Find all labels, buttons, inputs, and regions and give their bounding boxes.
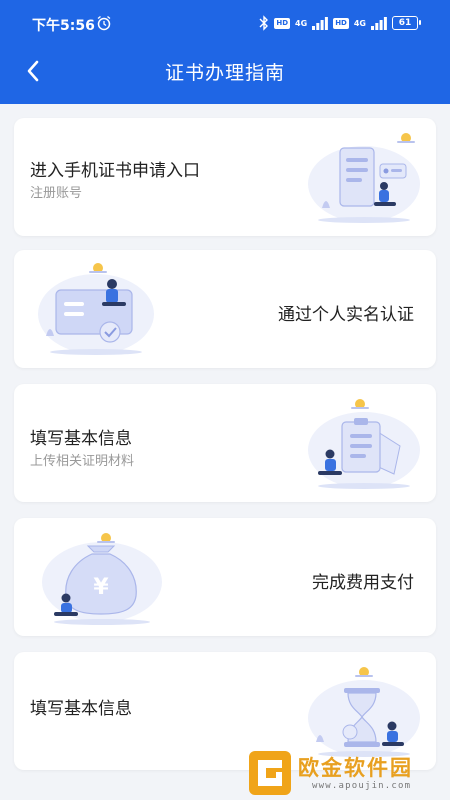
site-watermark: 欧金软件园 www.apoujin.com — [248, 748, 448, 800]
card-subtitle: 上传相关证明材料 — [30, 454, 135, 469]
card-subtitle: 注册账号 — [30, 186, 83, 201]
card-title: 填写基本信息 — [30, 429, 132, 449]
network-type: 4G — [295, 18, 308, 28]
card-title: 通过个人实名认证 — [278, 305, 414, 325]
nav-bar: 证书办理指南 — [0, 44, 450, 100]
card-title: 填写基本信息 — [30, 699, 132, 719]
status-icons: HD 4G HD 4G 61 — [259, 14, 421, 32]
alarm-clock-icon — [97, 15, 111, 31]
battery-icon: 61 — [392, 16, 421, 30]
signal-icon — [312, 16, 329, 30]
card-title: 完成费用支付 — [312, 573, 414, 593]
hd-badge: HD — [274, 17, 291, 29]
svg-text:¥: ¥ — [93, 575, 109, 600]
signal-icon — [371, 16, 387, 30]
guide-card-info[interactable]: 填写基本信息 上传相关证明材料 — [14, 384, 436, 502]
page-title: 证书办理指南 — [164, 62, 285, 84]
card-title: 进入手机证书申请入口 — [30, 161, 200, 181]
money-bag-icon: ¥ — [42, 533, 162, 625]
bluetooth-icon — [259, 15, 269, 31]
id-card-verification-icon — [38, 263, 154, 355]
clipboard-form-icon — [308, 399, 420, 489]
guide-card-verification[interactable]: 通过个人实名认证 — [14, 250, 436, 368]
hd-badge: HD — [333, 17, 349, 29]
status-bar: 下午5:56 HD 4G HD 4G 61 — [0, 0, 450, 44]
watermark-url: www.apoujin.com — [312, 781, 412, 791]
watermark-text: 欧金软件园 — [298, 756, 413, 780]
guide-card-payment[interactable]: 完成费用支付 ¥ — [14, 518, 436, 636]
guide-card-registration[interactable]: 进入手机证书申请入口 注册账号 — [14, 118, 436, 236]
network-type: 4G — [353, 18, 366, 28]
phone-registration-icon — [308, 133, 420, 223]
status-time: 下午5:56 — [32, 18, 95, 34]
app-header: 下午5:56 HD 4G HD 4G 61 证书办理指南 — [0, 0, 450, 104]
battery-level: 61 — [398, 18, 412, 28]
watermark-logo-icon — [249, 751, 291, 795]
